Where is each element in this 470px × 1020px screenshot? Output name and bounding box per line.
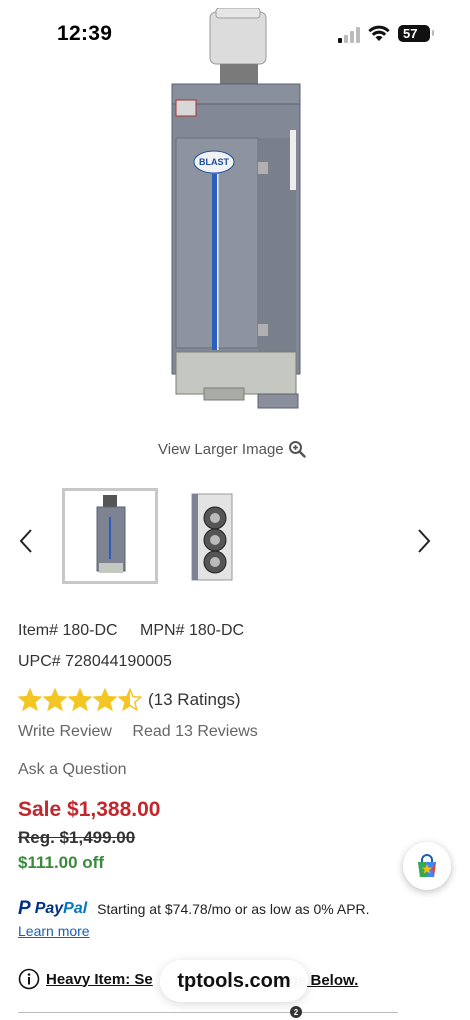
write-review-link[interactable]: Write Review xyxy=(18,723,112,740)
thumbnail-carousel xyxy=(0,488,470,588)
dust-collector-thumb-image xyxy=(96,495,126,573)
dust-collector-image[interactable]: BLAST xyxy=(150,8,320,432)
star-icon xyxy=(18,688,42,712)
product-identifiers: Item# 180-DC MPN# 180-DC xyxy=(18,622,262,640)
item-number: Item# 180-DC xyxy=(18,622,118,639)
ask-question-link[interactable]: Ask a Question xyxy=(18,761,127,779)
paypal-financing: P Pay Pal Starting at $74.78/mo or as low… xyxy=(18,898,370,920)
savings-amount: $111.00 off xyxy=(18,853,105,872)
zoom-in-icon xyxy=(288,441,306,458)
chevron-right-icon[interactable] xyxy=(416,528,432,554)
heavy-item-text: Heavy Item: Se xyxy=(46,970,153,988)
paypal-financing-text: Starting at $74.78/mo or as low as 0% AP… xyxy=(97,901,370,917)
rating-count: (13 Ratings) xyxy=(148,690,241,709)
star-icon xyxy=(93,688,117,712)
bottom-content-edge xyxy=(18,1012,398,1020)
chevron-left-icon[interactable] xyxy=(18,528,34,554)
star-icon xyxy=(118,688,142,712)
view-larger-image-link[interactable]: View Larger Image xyxy=(158,440,306,458)
review-links: Write Review Read 13 Reviews xyxy=(18,723,274,741)
thumbnail-dust-collector[interactable] xyxy=(62,488,158,584)
battery-indicator: 57 xyxy=(398,25,434,42)
view-larger-label: View Larger Image xyxy=(158,440,284,458)
shopping-bag-icon xyxy=(418,854,436,877)
status-time: 12:39 xyxy=(57,22,113,45)
wifi-icon xyxy=(368,25,390,41)
svg-text:BLAST: BLAST xyxy=(199,157,229,167)
paypal-learn-more-link[interactable]: Learn more xyxy=(18,923,90,939)
paypal-logo: P Pay Pal xyxy=(18,898,88,919)
mpn-number: MPN# 180-DC xyxy=(140,622,245,639)
star-icon xyxy=(68,688,92,712)
floating-shop-button[interactable] xyxy=(403,842,451,890)
cellular-signal-icon xyxy=(338,27,360,43)
browser-url-pill[interactable]: tptools.com xyxy=(160,960,308,1002)
filter-view-thumb-image xyxy=(191,493,233,581)
notification-badge: 2 xyxy=(290,1006,302,1018)
upc-number: UPC# 728044190005 xyxy=(18,653,172,670)
star-icon xyxy=(43,688,67,712)
thumbnail-filter-view[interactable] xyxy=(166,488,262,584)
sale-price: Sale $1,388.00 xyxy=(18,798,161,821)
heavy-item-notice[interactable]: Heavy Item: Se xyxy=(18,968,153,990)
info-icon xyxy=(18,968,40,990)
read-reviews-link[interactable]: Read 13 Reviews xyxy=(132,723,257,740)
regular-price: Reg. $1,499.00 xyxy=(18,828,136,847)
rating-summary[interactable]: (13 Ratings) xyxy=(18,688,241,712)
paypal-p-icon: P xyxy=(18,898,31,919)
star-rating xyxy=(18,688,142,712)
